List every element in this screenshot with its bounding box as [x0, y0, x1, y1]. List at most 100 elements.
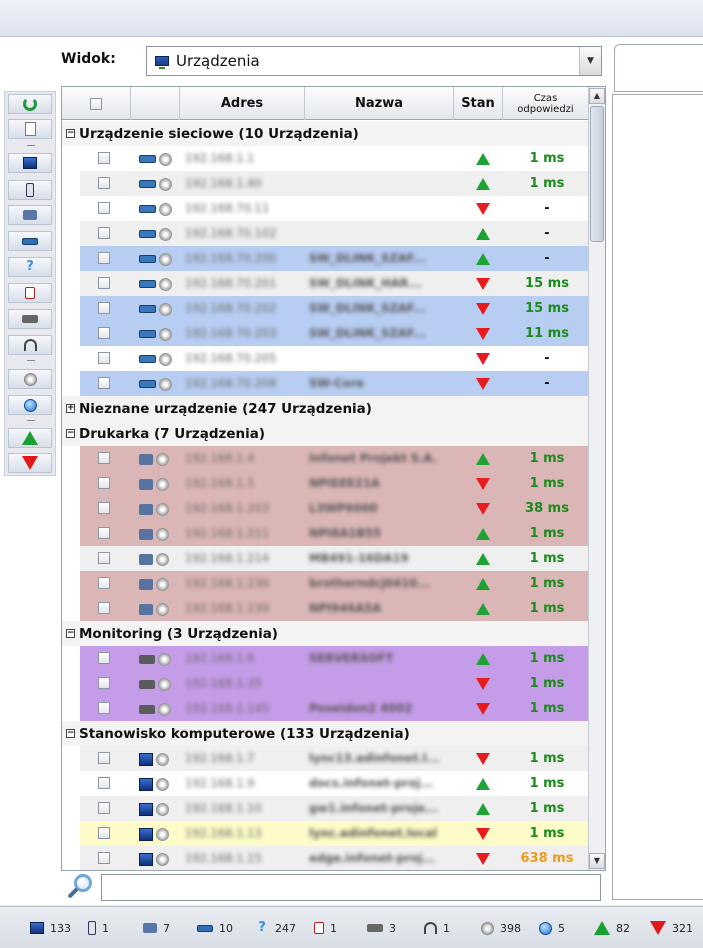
- device-row[interactable]: 192.168.70.200 SW_DLINK_SZAF... -: [62, 246, 588, 271]
- row-checkbox[interactable]: [98, 302, 110, 314]
- row-checkbox[interactable]: [98, 227, 110, 239]
- row-checkbox[interactable]: [98, 252, 110, 264]
- row-checkbox[interactable]: [98, 502, 110, 514]
- row-checkbox[interactable]: [98, 277, 110, 289]
- row-checkbox[interactable]: [98, 652, 110, 664]
- group-header[interactable]: + Nieznane urządzenie (247 Urządzenia): [62, 396, 588, 421]
- column-address[interactable]: Adres: [180, 87, 305, 120]
- view-dropdown[interactable]: Urządzenia ▼: [146, 46, 602, 76]
- column-name[interactable]: Nazwa: [305, 87, 454, 120]
- column-state[interactable]: Stan: [454, 87, 503, 120]
- row-checkbox[interactable]: [98, 477, 110, 489]
- column-icon[interactable]: [131, 87, 180, 120]
- status-count-switch[interactable]: 10: [197, 920, 233, 936]
- filter-printers-button[interactable]: [8, 205, 52, 225]
- device-row[interactable]: 192.168.70.201 SW_DLINK_HAR... 15 ms: [62, 271, 588, 296]
- status-count-headset[interactable]: 1: [424, 920, 450, 936]
- filter-up-button[interactable]: [8, 428, 52, 448]
- row-checkbox[interactable]: [98, 552, 110, 564]
- row-checkbox[interactable]: [98, 202, 110, 214]
- status-count-globe[interactable]: 5: [539, 920, 565, 936]
- group-header[interactable]: − Stanowisko komputerowe (133 Urządzenia): [62, 721, 588, 746]
- status-count-camera[interactable]: 3: [367, 920, 396, 936]
- scroll-down-button[interactable]: ▼: [589, 853, 605, 869]
- device-row[interactable]: 192.168.70.208 SW-Core -: [62, 371, 588, 396]
- row-checkbox[interactable]: [98, 777, 110, 789]
- expand-icon[interactable]: +: [66, 404, 75, 413]
- row-checkbox[interactable]: [98, 327, 110, 339]
- collapse-icon[interactable]: −: [66, 629, 75, 638]
- row-checkbox[interactable]: [98, 702, 110, 714]
- collapse-icon[interactable]: −: [66, 429, 75, 438]
- group-header[interactable]: − Monitoring (3 Urządzenia): [62, 621, 588, 646]
- group-header[interactable]: − Drukarka (7 Urządzenia): [62, 421, 588, 446]
- device-row[interactable]: 192.168.1.203 L3WP6000 38 ms: [62, 496, 588, 521]
- row-checkbox[interactable]: [98, 802, 110, 814]
- search-input[interactable]: [101, 874, 601, 901]
- select-all-checkbox[interactable]: [90, 97, 102, 110]
- collapse-icon[interactable]: −: [66, 729, 75, 738]
- device-row[interactable]: 192.168.1.40 1 ms: [62, 171, 588, 196]
- filter-headset-button[interactable]: [8, 335, 52, 355]
- report-button[interactable]: [8, 119, 52, 139]
- filter-network-button[interactable]: [8, 231, 52, 251]
- device-row[interactable]: 192.168.1.1 1 ms: [62, 146, 588, 171]
- device-row[interactable]: 192.168.1.10 gw1.infonet-proje... 1 ms: [62, 796, 588, 821]
- device-row[interactable]: 192.168.1.4 Infonet Projekt S.A. 1 ms: [62, 446, 588, 471]
- status-count-question[interactable]: ? 247: [255, 920, 296, 936]
- device-row[interactable]: 192.168.70.205 -: [62, 346, 588, 371]
- device-row[interactable]: 192.168.1.6 SERVERSOFT 1 ms: [62, 646, 588, 671]
- device-row[interactable]: 192.168.1.15 edge.infonet-proj... 638 ms: [62, 846, 588, 870]
- status-count-disc[interactable]: 398: [481, 920, 521, 936]
- grid-vertical-scrollbar[interactable]: ▲ ▼: [588, 87, 605, 870]
- device-row[interactable]: 192.168.1.239 NPI946A5A 1 ms: [62, 596, 588, 621]
- row-checkbox[interactable]: [98, 177, 110, 189]
- device-row[interactable]: 192.168.1.13 lync.adinfonet.local 1 ms: [62, 821, 588, 846]
- device-row[interactable]: 192.168.1.9 docs.infonet-proj... 1 ms: [62, 771, 588, 796]
- status-count-arrow-down[interactable]: 321: [650, 920, 693, 936]
- filter-monitoring-button[interactable]: [8, 309, 52, 329]
- device-row[interactable]: 192.168.1.211 NPI8A1B55 1 ms: [62, 521, 588, 546]
- row-checkbox[interactable]: [98, 577, 110, 589]
- row-checkbox[interactable]: [98, 152, 110, 164]
- status-count-monitor[interactable]: 133: [30, 920, 71, 936]
- status-count-arrow-up[interactable]: 82: [594, 920, 630, 936]
- device-row[interactable]: 192.168.1.35 1 ms: [62, 671, 588, 696]
- device-row[interactable]: 192.168.1.7 lync13.adinfonet.l... 1 ms: [62, 746, 588, 771]
- scrollbar-thumb[interactable]: [590, 106, 604, 242]
- column-response-time[interactable]: Czas odpowiedzi: [503, 87, 588, 120]
- status-count-phone[interactable]: 1: [88, 920, 109, 936]
- row-checkbox[interactable]: [98, 852, 110, 864]
- row-checkbox[interactable]: [98, 677, 110, 689]
- device-row[interactable]: 192.168.70.203 SW_DLINK_SZAF... 11 ms: [62, 321, 588, 346]
- filter-globe-button[interactable]: [8, 395, 52, 415]
- status-count-printer[interactable]: 7: [143, 920, 170, 936]
- row-checkbox[interactable]: [98, 752, 110, 764]
- chevron-down-icon[interactable]: ▼: [579, 47, 601, 75]
- filter-badge-button[interactable]: [8, 283, 52, 303]
- device-row[interactable]: 192.168.1.214 MB491-16DA19 1 ms: [62, 546, 588, 571]
- row-checkbox[interactable]: [98, 602, 110, 614]
- row-checkbox[interactable]: [98, 827, 110, 839]
- filter-disc-button[interactable]: [8, 369, 52, 389]
- device-row[interactable]: 192.168.70.102 -: [62, 221, 588, 246]
- search-icon[interactable]: [66, 874, 94, 902]
- filter-computers-button[interactable]: [8, 153, 52, 173]
- filter-unknown-button[interactable]: ?: [8, 257, 52, 277]
- row-checkbox[interactable]: [98, 452, 110, 464]
- device-row[interactable]: 192.168.1.236 brotherndcj0410... 1 ms: [62, 571, 588, 596]
- device-row[interactable]: 192.168.1.5 NPIEEE21A 1 ms: [62, 471, 588, 496]
- group-header[interactable]: − Urządzenie sieciowe (10 Urządzenia): [62, 121, 588, 146]
- device-row[interactable]: 192.168.1.145 Poseidon2 4002 1 ms: [62, 696, 588, 721]
- row-checkbox[interactable]: [98, 352, 110, 364]
- device-row[interactable]: 192.168.70.202 SW_DLINK_SZAF... 15 ms: [62, 296, 588, 321]
- status-count-badge[interactable]: 1: [314, 920, 337, 936]
- collapse-icon[interactable]: −: [66, 129, 75, 138]
- row-checkbox[interactable]: [98, 527, 110, 539]
- filter-down-button[interactable]: [8, 453, 52, 473]
- device-row[interactable]: 192.168.70.11 -: [62, 196, 588, 221]
- refresh-button[interactable]: [8, 94, 52, 114]
- row-checkbox[interactable]: [98, 377, 110, 389]
- scroll-up-button[interactable]: ▲: [589, 88, 605, 104]
- filter-phones-button[interactable]: [8, 180, 52, 200]
